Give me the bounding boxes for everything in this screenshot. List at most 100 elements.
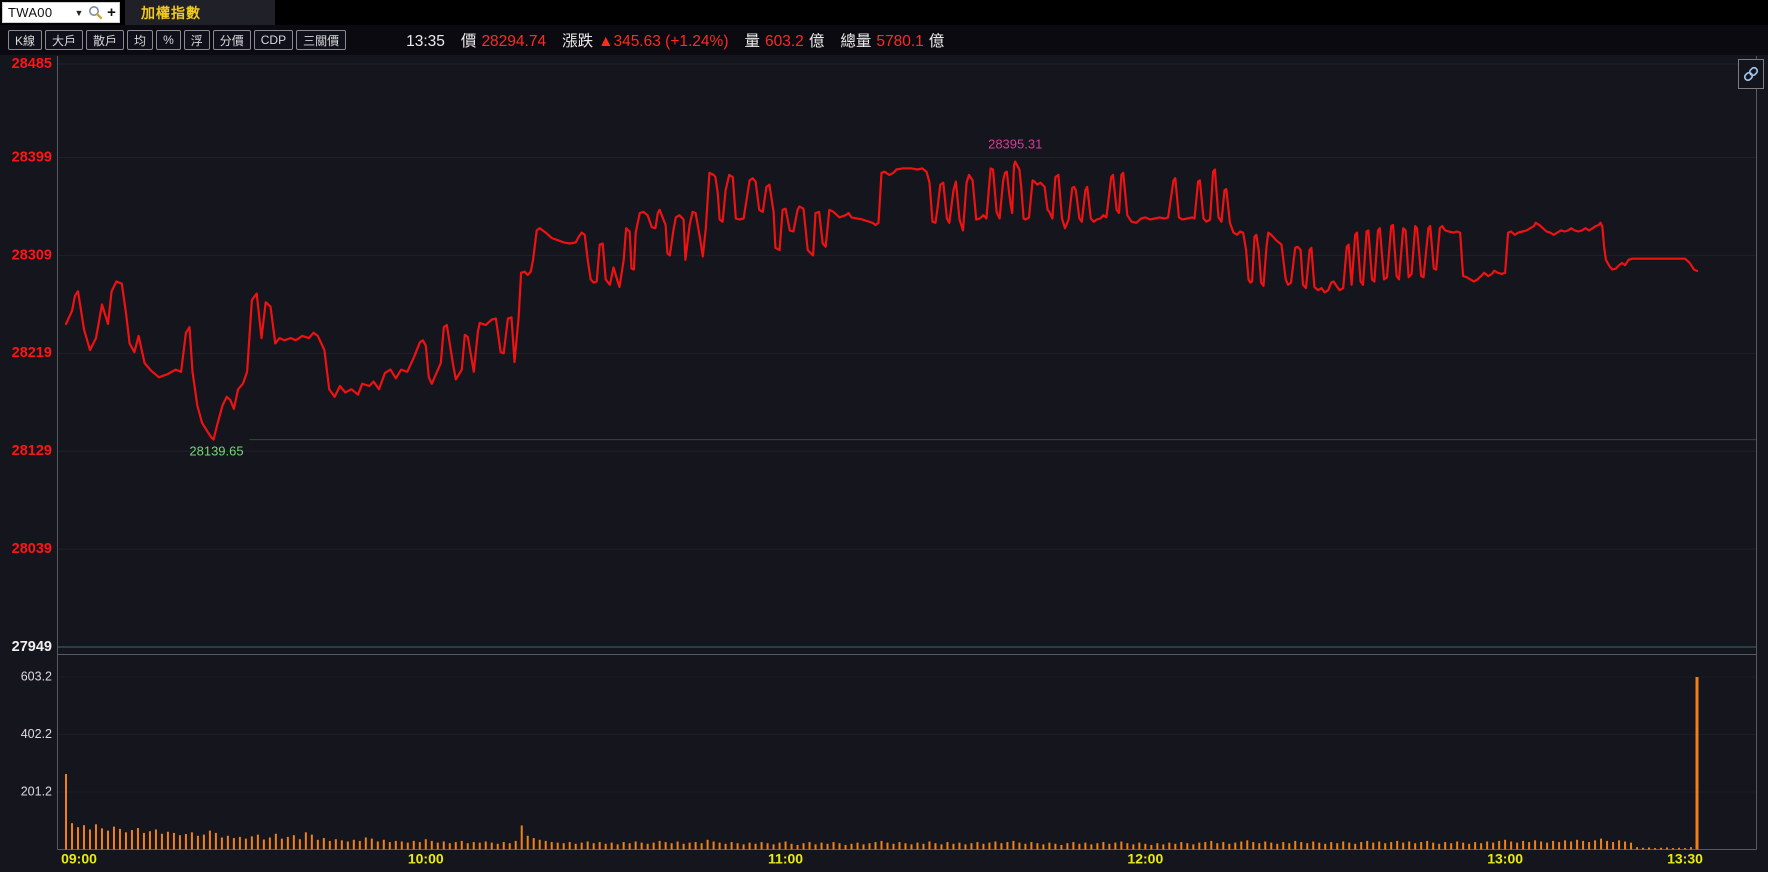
volume-bar [1384, 843, 1387, 850]
volume-bar [790, 843, 793, 850]
volume-bar [496, 843, 499, 850]
volume-bar [1504, 839, 1507, 850]
volume-bar [1042, 844, 1045, 850]
volume-bar [1480, 843, 1483, 850]
volume-bar [760, 842, 763, 850]
volume-bar [652, 842, 655, 850]
volume-bar [520, 825, 523, 850]
volume-bar [1066, 843, 1069, 850]
volume-bar [592, 843, 595, 850]
volume-bar [1666, 847, 1669, 850]
volume-bar [1396, 840, 1399, 850]
volume-bar [166, 831, 169, 850]
volume-bar [1114, 842, 1117, 850]
volume-bar [694, 842, 697, 850]
volume-bar [1528, 842, 1531, 850]
volume-bar [1420, 842, 1423, 850]
volume-bar [1582, 840, 1585, 850]
y-axis-volume-label: 201.2 [21, 784, 52, 798]
volume-bar [1162, 844, 1165, 850]
volume-bar [874, 842, 877, 850]
volume-bar [946, 842, 949, 850]
x-axis-time-label: 10:00 [408, 851, 444, 867]
volume-bar [184, 834, 187, 850]
y-axis-volume-label: 402.2 [21, 727, 52, 741]
volume-bar [856, 842, 859, 850]
volume-bar [226, 835, 229, 850]
volume-bar [1204, 842, 1207, 850]
volume-bar [658, 840, 661, 850]
volume-bar [886, 842, 889, 850]
volume-bar [328, 840, 331, 850]
volume-bar [1366, 840, 1369, 850]
volume-bar [772, 844, 775, 850]
volume-bar [436, 842, 439, 850]
y-axis-price-label: 27949 [12, 639, 52, 655]
volume-bar [1654, 848, 1657, 850]
volume-bar [1354, 843, 1357, 850]
volume-bar [1270, 842, 1273, 850]
volume-bar [70, 823, 73, 850]
volume-bar [214, 832, 217, 850]
volume-bar [1474, 842, 1477, 850]
volume-bar [334, 839, 337, 850]
volume-bar [1294, 840, 1297, 850]
volume-bar [1642, 847, 1645, 850]
volume-bar [1432, 842, 1435, 850]
volume-bar [478, 842, 481, 850]
volume-bar [292, 835, 295, 850]
link-icon[interactable] [1738, 59, 1764, 89]
volume-bar [826, 843, 829, 850]
volume-bar [1174, 843, 1177, 850]
volume-bar [850, 843, 853, 850]
volume-bar [808, 842, 811, 850]
volume-bar [1492, 842, 1495, 850]
volume-bar [1312, 841, 1315, 850]
volume-bar [190, 832, 193, 850]
volume-bar [1246, 840, 1249, 850]
volume-bar [1558, 842, 1561, 850]
y-axis-volume-label: 603.2 [21, 669, 52, 683]
volume-bar [766, 843, 769, 850]
volume-bar [1522, 840, 1525, 850]
volume-bar [514, 840, 517, 850]
volume-bar [622, 842, 625, 850]
volume-bar [688, 842, 691, 850]
volume-bar [1636, 847, 1639, 850]
volume-bar [65, 774, 67, 850]
volume-bar [490, 842, 493, 850]
volume-bar [1276, 843, 1279, 850]
volume-bar [568, 842, 571, 850]
volume-bar [472, 842, 475, 850]
volume-bar [970, 843, 973, 850]
volume-bar [1006, 842, 1009, 850]
volume-bar [1486, 841, 1489, 850]
volume-bar [1534, 840, 1537, 850]
volume-bar [1660, 847, 1663, 850]
volume-bar [88, 829, 91, 850]
volume-bar [370, 838, 373, 850]
volume-bar [664, 842, 667, 850]
volume-bar [796, 844, 799, 850]
volume-bar [256, 834, 259, 850]
volume-bar [1300, 842, 1303, 850]
volume-bar [418, 842, 421, 850]
volume-bar [1078, 843, 1081, 850]
volume-bar [346, 841, 349, 850]
volume-bar [556, 842, 559, 850]
volume-bar [1378, 841, 1381, 850]
volume-bar [394, 840, 397, 850]
volume-bar [1648, 847, 1651, 850]
volume-bar [1258, 843, 1261, 850]
volume-bar [1324, 843, 1327, 850]
volume-bar [1330, 842, 1333, 850]
volume-bar [142, 832, 145, 850]
volume-bar [892, 843, 895, 850]
volume-bar [1546, 842, 1549, 850]
volume-bar [1264, 841, 1267, 850]
volume-bar [508, 843, 511, 850]
volume-bar [136, 828, 139, 850]
volume-bar [898, 842, 901, 850]
volume-bar [1288, 843, 1291, 850]
volume-bar [706, 839, 709, 850]
